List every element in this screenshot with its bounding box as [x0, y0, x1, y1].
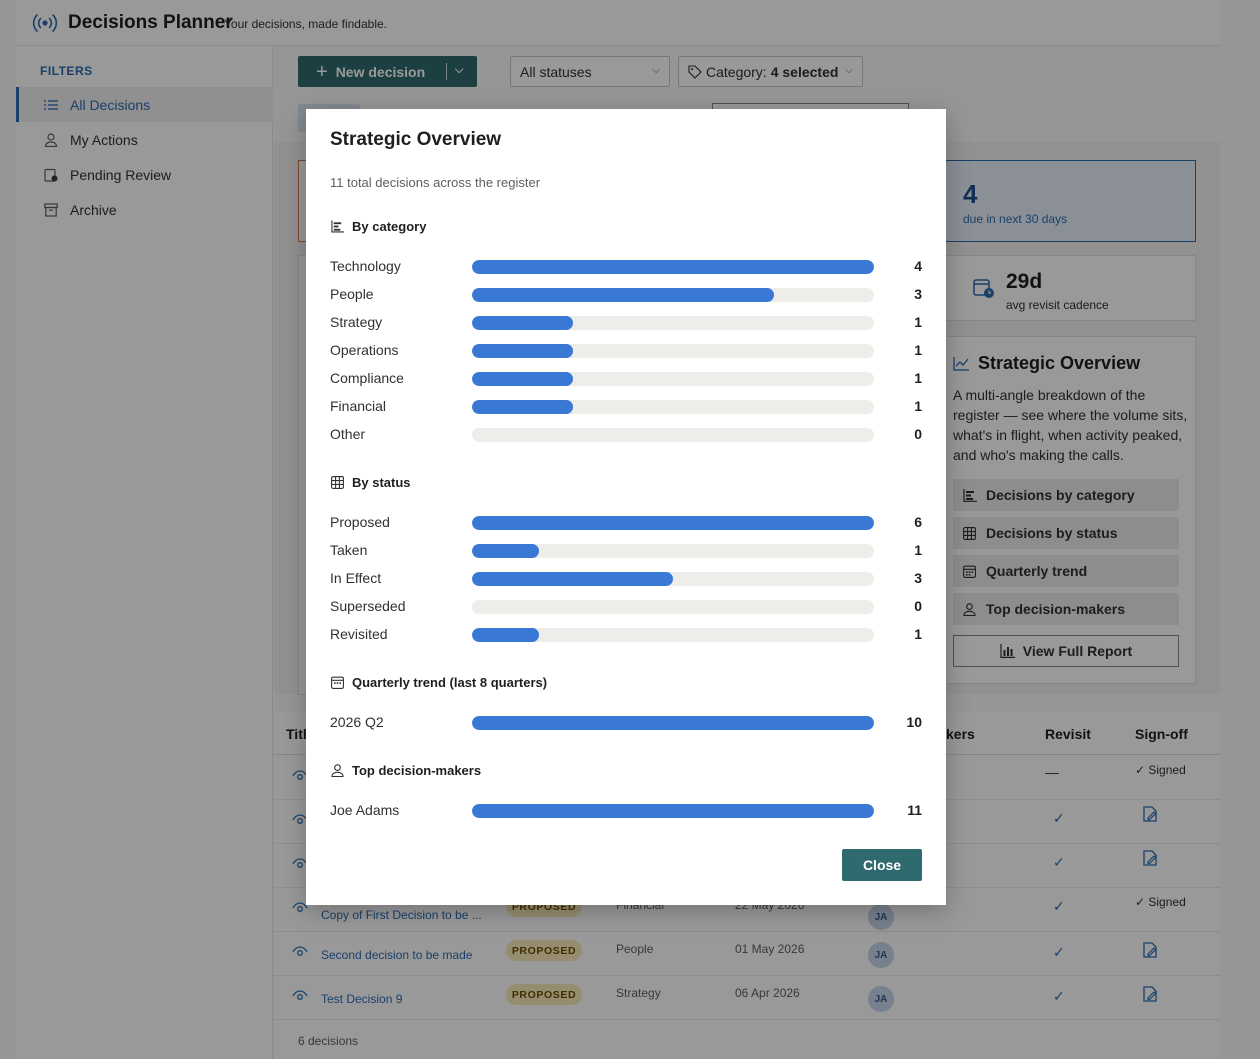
- bar-fill: [472, 400, 573, 414]
- bar-track: [472, 572, 874, 586]
- person-icon: [330, 764, 344, 778]
- bar-track: [472, 372, 874, 386]
- category-bar-row: Strategy 1: [330, 313, 922, 333]
- bar-value: 1: [914, 542, 922, 558]
- bar-label: In Effect: [330, 570, 382, 586]
- category-bar-row: Technology 4: [330, 257, 922, 277]
- bar-label: Other: [330, 426, 366, 442]
- bar-value: 0: [914, 426, 922, 442]
- bar-value: 1: [914, 342, 922, 358]
- calendar-icon: [330, 676, 344, 690]
- bar-fill: [472, 804, 874, 818]
- bar-track: [472, 628, 874, 642]
- section-top-decision-makers: Top decision-makers: [330, 763, 481, 778]
- section-heading: Quarterly trend (last 8 quarters): [352, 675, 548, 690]
- section-heading: By category: [352, 219, 427, 234]
- bar-value: 1: [914, 370, 922, 386]
- bar-fill: [472, 572, 673, 586]
- bar-label: Revisited: [330, 626, 388, 642]
- section-quarterly-trend: Quarterly trend (last 8 quarters): [330, 675, 547, 690]
- bar-value: 4: [914, 258, 922, 274]
- bar-track: [472, 804, 874, 818]
- status-bar-row: Taken 1: [330, 541, 922, 561]
- bar-track: [472, 400, 874, 414]
- section-heading: By status: [352, 475, 411, 490]
- bar-value: 6: [914, 514, 922, 530]
- bar-label: Strategy: [330, 314, 383, 330]
- bar-track: [472, 716, 874, 730]
- bar-list-icon: [330, 220, 344, 234]
- bar-track: [472, 428, 874, 442]
- bar-track: [472, 344, 874, 358]
- status-bar-row: Revisited 1: [330, 625, 922, 645]
- category-bar-row: Operations 1: [330, 341, 922, 361]
- section-by-category: By category: [330, 219, 426, 234]
- bar-value: 1: [914, 398, 922, 414]
- bar-track: [472, 600, 874, 614]
- section-by-status: By status: [330, 475, 411, 490]
- bar-label: Compliance: [330, 370, 404, 386]
- status-bar-row: Proposed 6: [330, 513, 922, 533]
- bar-fill: [472, 288, 774, 302]
- bar-track: [472, 516, 874, 530]
- bar-label: Technology: [330, 258, 401, 274]
- bar-label: Operations: [330, 342, 399, 358]
- bar-value: 3: [914, 286, 922, 302]
- bar-label: Joe Adams: [330, 802, 400, 818]
- bar-fill: [472, 316, 573, 330]
- category-bar-row: People 3: [330, 285, 922, 305]
- trend-bar-row: 2026 Q2 10: [330, 713, 922, 733]
- status-bar-row: Superseded 0: [330, 597, 922, 617]
- section-heading: Top decision-makers: [352, 763, 482, 778]
- bar-value: 10: [906, 714, 922, 730]
- bar-track: [472, 544, 874, 558]
- bar-track: [472, 288, 874, 302]
- bar-fill: [472, 372, 573, 386]
- bar-fill: [472, 516, 874, 530]
- bar-fill: [472, 716, 874, 730]
- bar-label: People: [330, 286, 374, 302]
- bar-label: 2026 Q2: [330, 714, 384, 730]
- bar-track: [472, 260, 874, 274]
- bar-fill: [472, 344, 573, 358]
- bar-value: 11: [907, 802, 922, 818]
- grid-icon: [330, 476, 344, 490]
- modal-title: Strategic Overview: [330, 129, 502, 150]
- makers-bar-row: Joe Adams 11: [330, 801, 922, 821]
- bar-value: 3: [914, 570, 922, 586]
- category-bar-row: Other 0: [330, 425, 922, 445]
- strategic-overview-modal: Strategic Overview 11 total decisions ac…: [306, 109, 946, 905]
- category-bar-row: Compliance 1: [330, 369, 922, 389]
- bar-fill: [472, 260, 874, 274]
- bar-value: 0: [914, 598, 922, 614]
- bar-fill: [472, 628, 539, 642]
- bar-value: 1: [914, 626, 922, 642]
- close-button[interactable]: Close: [842, 849, 922, 881]
- bar-track: [472, 316, 874, 330]
- bar-label: Taken: [330, 542, 368, 558]
- bar-label: Financial: [330, 398, 387, 414]
- bar-label: Superseded: [330, 598, 406, 614]
- bar-value: 1: [914, 314, 922, 330]
- status-bar-row: In Effect 3: [330, 569, 922, 589]
- bar-fill: [472, 544, 539, 558]
- modal-subtitle: 11 total decisions across the register: [330, 175, 541, 190]
- category-bar-row: Financial 1: [330, 397, 922, 417]
- bar-label: Proposed: [330, 514, 390, 530]
